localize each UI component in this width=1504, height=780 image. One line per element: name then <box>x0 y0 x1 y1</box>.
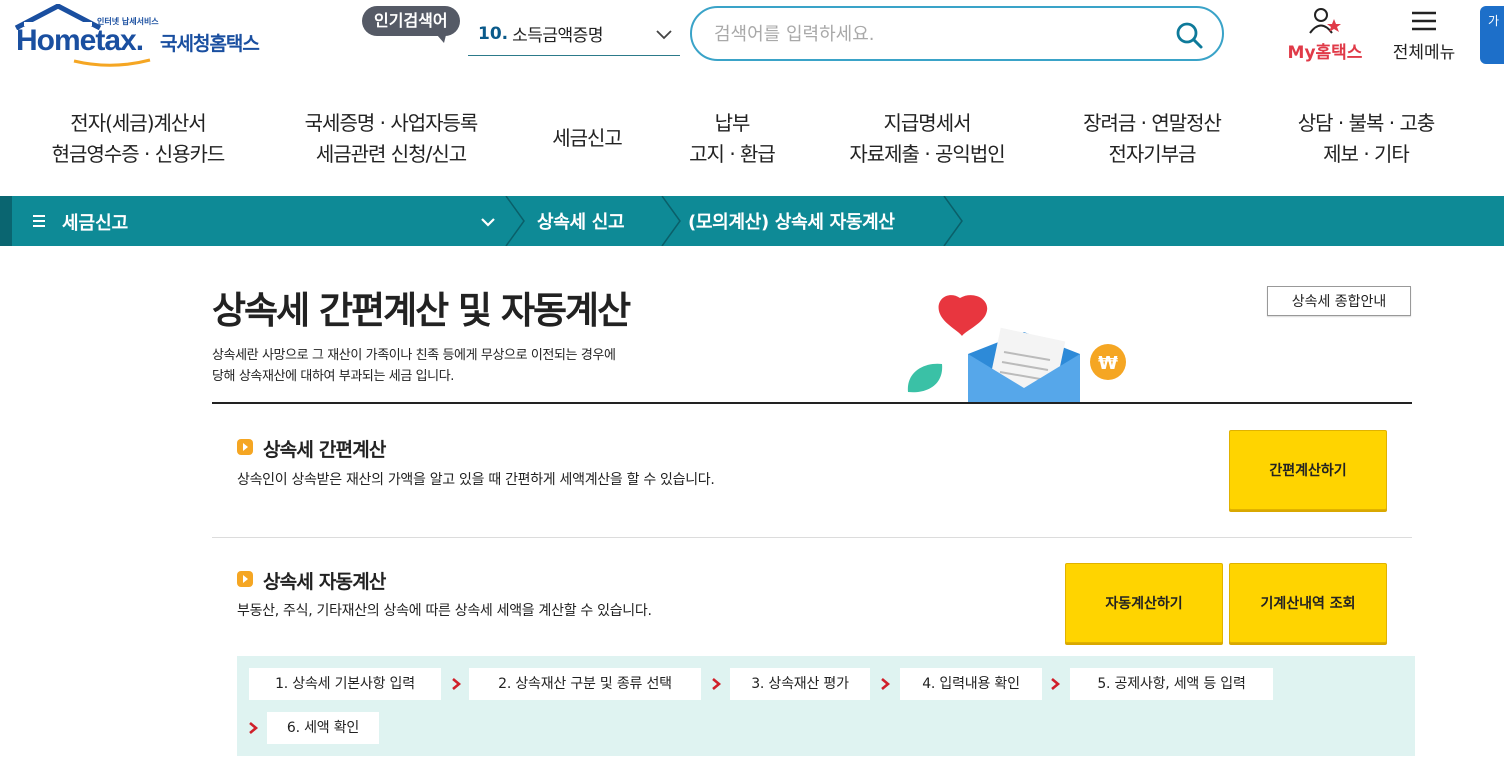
section-desc-auto-calc: 부동산, 주식, 기타재산의 상속에 따른 상속세 세액을 계산할 수 있습니다… <box>237 603 652 619</box>
gnb-item-line2: 현금영수증 · 신용카드 <box>51 142 226 166</box>
page-description-line: 상속세란 사망으로 그 재산이 가족이나 친족 등에게 무상으로 이전되는 경우… <box>212 348 616 363</box>
gnb-item-incentive[interactable]: 장려금 · 연말정산 전자기부금 <box>1064 108 1240 170</box>
breadcrumb-menu-toggle[interactable]: 세금신고 <box>12 196 506 246</box>
envelope-heart-illustration: ₩ <box>907 295 1126 404</box>
search-box <box>690 6 1224 61</box>
calc-history-button[interactable]: 기계산내역 조회 <box>1229 563 1387 643</box>
all-menu-label: 전체메뉴 <box>1392 43 1456 63</box>
gnb-item-line2: 자료제출 · 공익법인 <box>849 142 1005 166</box>
popular-search-rank: 10. <box>478 23 509 44</box>
gnb-item-consulting[interactable]: 상담 · 불복 · 고충 제보 · 기타 <box>1282 108 1450 170</box>
step-item: 5. 공제사항, 세액 등 입력 <box>1070 668 1273 700</box>
side-quick-tab[interactable]: 가 <box>1480 6 1504 64</box>
my-hometax-label: My홈택스 <box>1287 43 1363 63</box>
popular-search-badge: 인기검색어 <box>362 6 460 43</box>
chevron-right-icon <box>881 678 891 690</box>
breadcrumb-item-inheritance-filing[interactable]: 상속세 신고 <box>537 208 625 234</box>
step-item: 4. 입력내용 확인 <box>900 668 1042 700</box>
page-description-line: 당해 상속재산에 대하여 부과되는 세금 입니다. <box>212 369 455 384</box>
chevron-down-icon <box>481 218 495 227</box>
inheritance-guide-button[interactable]: 상속세 종합안내 <box>1267 286 1411 316</box>
gnb-item-line1: 장려금 · 연말정산 <box>1083 111 1222 135</box>
section-title-simple-calc: 상속세 간편계산 <box>263 439 386 461</box>
hometax-logo[interactable]: 인터넷 납세서비스 Hometax. 국세청홈택스 <box>12 4 282 68</box>
chevron-right-icon <box>249 722 259 734</box>
chevron-right-icon <box>1051 678 1061 690</box>
gnb-item-tax-filing[interactable]: 세금신고 <box>540 123 634 154</box>
page-title: 상속세 간편계산 및 자동계산 <box>212 289 631 332</box>
gnb-item-line2: 제보 · 기타 <box>1323 142 1410 166</box>
chevron-right-icon <box>452 678 462 690</box>
section-title-auto-calc: 상속세 자동계산 <box>263 571 386 593</box>
user-star-icon <box>1309 8 1341 34</box>
auto-calc-button[interactable]: 자동계산하기 <box>1065 563 1223 643</box>
logo-swoosh-icon <box>73 58 151 67</box>
auto-calc-steps: 1. 상속세 기본사항 입력 2. 상속재산 구분 및 종류 선택 3. 상속재… <box>237 656 1415 756</box>
gnb-item-e-invoice[interactable]: 전자(세금)계산서 현금영수증 · 신용카드 <box>38 108 238 170</box>
title-divider <box>212 402 1412 404</box>
gnb-item-line2: 전자기부금 <box>1108 142 1197 166</box>
section-bullet-icon <box>237 571 253 587</box>
gnb-item-line1: 전자(세금)계산서 <box>70 111 206 135</box>
chevron-right-icon <box>712 678 722 690</box>
hamburger-menu-icon <box>33 215 45 227</box>
gnb-item-line1: 납부 <box>714 111 751 135</box>
svg-text:₩: ₩ <box>1098 353 1118 374</box>
chevron-down-icon <box>656 30 672 40</box>
header: 인터넷 납세서비스 Hometax. 국세청홈택스 인기검색어 10. 소득금액… <box>0 0 1504 80</box>
breadcrumb-home-label: 세금신고 <box>62 213 129 234</box>
simple-calc-button[interactable]: 간편계산하기 <box>1229 430 1387 510</box>
hamburger-menu-icon <box>1412 11 1436 31</box>
search-icon[interactable] <box>1174 20 1204 50</box>
all-menu-button[interactable]: 전체메뉴 <box>1384 6 1464 66</box>
gnb-item-line1: 세금신고 <box>552 126 623 150</box>
gnb-item-line2: 고지 · 환급 <box>689 142 776 166</box>
section-desc-simple-calc: 상속인이 상속받은 재산의 가액을 알고 있을 때 간편하게 세액계산을 할 수… <box>237 472 715 488</box>
step-item: 1. 상속세 기본사항 입력 <box>249 668 441 700</box>
breadcrumb-item-current[interactable]: (모의계산) 상속세 자동계산 <box>688 208 895 234</box>
page-description: 상속세란 사망으로 그 재산이 가족이나 친족 등에게 무상으로 이전되는 경우… <box>212 345 616 387</box>
global-navigation: 전자(세금)계산서 현금영수증 · 신용카드 국세증명 · 사업자등록 세금관련… <box>0 96 1504 192</box>
gnb-item-line1: 국세증명 · 사업자등록 <box>304 111 479 135</box>
gnb-item-certificate[interactable]: 국세증명 · 사업자등록 세금관련 신청/신고 <box>286 108 496 170</box>
popular-search-select[interactable]: 10. 소득금액증명 <box>468 12 680 56</box>
logo-english: Hometax. <box>16 24 144 57</box>
step-item: 2. 상속재산 구분 및 종류 선택 <box>469 668 701 700</box>
step-item: 3. 상속재산 평가 <box>730 668 870 700</box>
my-hometax-button[interactable]: My홈택스 <box>1280 6 1370 66</box>
section-divider <box>212 537 1412 538</box>
search-input[interactable] <box>714 20 1154 48</box>
gnb-item-line1: 상담 · 불복 · 고충 <box>1297 111 1436 135</box>
popular-search-term: 소득금액증명 <box>512 26 603 46</box>
gnb-item-payment-statement[interactable]: 지급명세서 자료제출 · 공익법인 <box>834 108 1020 170</box>
breadcrumb-separator-icon <box>943 196 963 246</box>
breadcrumb-separator-icon <box>661 196 681 246</box>
gnb-item-line2: 세금관련 신청/신고 <box>315 142 467 166</box>
step-item: 6. 세액 확인 <box>267 712 379 744</box>
gnb-item-line1: 지급명세서 <box>883 111 972 135</box>
logo-korean: 국세청홈택스 <box>160 33 260 55</box>
breadcrumb: 세금신고 상속세 신고 (모의계산) 상속세 자동계산 <box>0 196 1504 246</box>
gnb-item-payment[interactable]: 납부 고지 · 환급 <box>676 108 788 170</box>
section-bullet-icon <box>237 439 253 455</box>
breadcrumb-separator-icon <box>505 196 525 246</box>
breadcrumb-edge <box>0 196 12 246</box>
